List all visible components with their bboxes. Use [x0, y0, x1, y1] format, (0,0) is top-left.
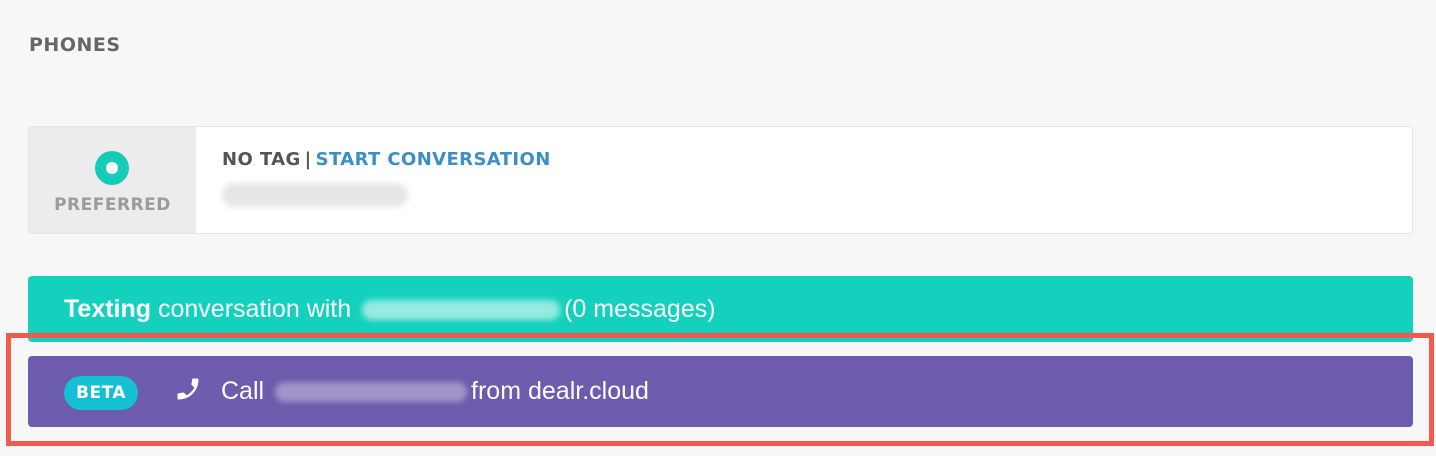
- contact-name-redacted: [362, 300, 561, 321]
- preferred-label: PREFERRED: [54, 195, 171, 215]
- phone-number-redacted: [222, 183, 408, 207]
- phone-card: PREFERRED NO TAG | START CONVERSATION: [28, 126, 1413, 234]
- phone-tag[interactable]: NO TAG: [222, 149, 301, 170]
- preferred-circle-icon: [95, 151, 129, 185]
- start-conversation-link[interactable]: START CONVERSATION: [316, 149, 551, 170]
- phone-info: NO TAG | START CONVERSATION: [222, 149, 551, 207]
- tag-line: NO TAG | START CONVERSATION: [222, 149, 551, 170]
- preferred-box[interactable]: PREFERRED: [29, 127, 196, 233]
- texting-label: Texting: [64, 295, 152, 323]
- message-count: (0 messages): [564, 295, 716, 323]
- section-title: PHONES: [29, 34, 121, 56]
- tag-separator: |: [304, 149, 312, 170]
- texting-label-rest: conversation with: [158, 295, 352, 323]
- highlight-annotation-box: [6, 333, 1434, 446]
